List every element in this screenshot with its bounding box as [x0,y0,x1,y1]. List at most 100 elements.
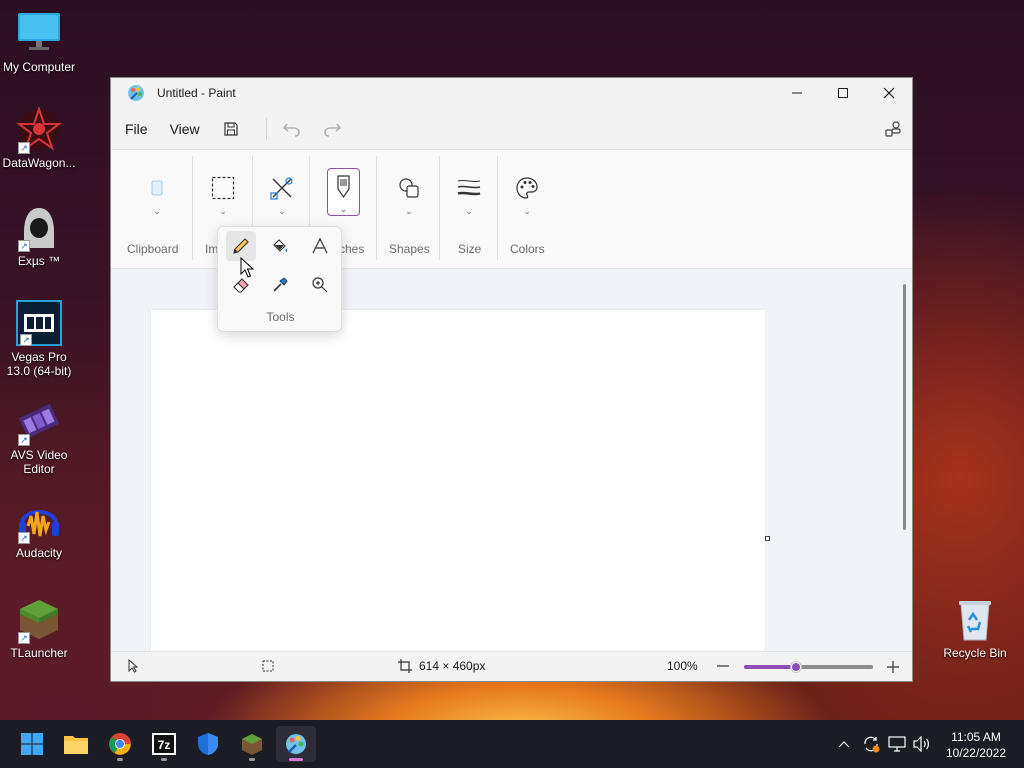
zoom-slider[interactable] [744,662,873,672]
taskbar-paint[interactable] [276,726,316,762]
menu-file[interactable]: File [117,117,156,141]
taskbar-clock[interactable]: 11:05 AM 10/22/2022 [946,729,1006,761]
ribbon-divider [192,156,193,260]
clipboard-label: Clipboard [127,242,179,256]
computer-icon [16,10,62,56]
zoom-in-icon[interactable] [887,661,899,673]
tools-icon [266,172,298,204]
zoom-out-icon[interactable] [717,665,729,667]
canvas-size-readout: 614 × 460px [419,659,486,673]
title-bar[interactable]: Untitled - Paint [111,78,912,108]
taskbar-windows-security[interactable] [188,726,228,762]
text-a-icon [312,237,328,254]
desktop-icon-tlauncher[interactable]: ↗ TLauncher [0,596,79,660]
ribbon-divider [376,156,377,260]
mouse-cursor-icon [240,257,255,278]
fill-tool[interactable] [265,231,295,261]
brushes-label: ches [339,242,365,256]
size-label: Size [458,242,482,256]
redo-icon [324,123,341,137]
drawing-canvas[interactable] [151,310,765,653]
shortcut-arrow-icon: ↗ [18,240,30,252]
shortcut-arrow-icon: ↗ [18,632,30,644]
chevron-down-icon: ⌄ [523,206,531,216]
grass-block-icon: ↗ [16,596,62,644]
save-button[interactable] [216,114,246,144]
headphones-waveform-icon: ↗ [16,496,62,544]
colors-group[interactable]: ⌄ Colors [509,150,559,269]
desktop-icon-audacity[interactable]: ↗ Audacity [0,496,79,560]
redo-button[interactable] [317,114,347,144]
zoom-level: 100% [667,659,698,673]
windows-logo-icon [21,733,43,755]
minimize-button[interactable] [774,78,820,108]
recycle-bin-icon [952,596,998,642]
taskbar-7zip[interactable]: 7z [144,726,184,762]
tray-volume-button[interactable] [910,720,932,768]
minimize-icon [792,92,802,94]
save-icon [224,121,238,136]
shapes-icon [393,172,425,204]
paint-app-icon [128,85,144,101]
tools-flyout-label: Tools [266,310,295,324]
start-button[interactable] [12,726,52,762]
undo-button[interactable] [277,114,307,144]
paint-window: Untitled - Paint File View ⌄ Clipboard ⌄… [110,77,913,682]
desktop-icon-label: My Computer [2,60,76,74]
paint-app-icon [286,734,306,754]
desktop-icon-label: Exµs ™ [17,254,61,268]
shapes-group[interactable]: ⌄ Shapes [389,150,439,269]
selection-size-icon [262,660,274,672]
maximize-button[interactable] [820,78,866,108]
sync-warning-icon [864,736,880,753]
desktop-icon-vegas-pro[interactable]: ↗ Vegas Pro 13.0 (64-bit) [0,300,79,378]
desktop-icon-label: Audacity [15,546,63,560]
desktop-icon-recycle-bin[interactable]: Recycle Bin [935,596,1015,660]
clock-date: 10/22/2022 [945,746,1006,760]
7zip-icon: 7z [152,733,176,755]
hooded-figure-icon: ↗ [16,204,62,252]
canvas-resize-handle[interactable] [765,536,770,541]
show-hidden-icons-button[interactable] [834,720,854,768]
paint-bucket-icon [273,239,288,252]
magnifier-tool[interactable] [305,270,335,300]
desktop-icon-my-computer[interactable]: My Computer [0,10,79,74]
menu-bar: File View [111,108,912,150]
shield-icon [198,733,218,755]
desktop-icon-datawagon[interactable]: ↗ DataWagon... [0,105,79,170]
chevron-up-icon [838,741,850,748]
undo-icon [282,123,300,137]
desktop-icon-label: AVS Video Editor [10,448,68,476]
chevron-down-icon: ⌄ [339,204,348,214]
taskbar-file-explorer[interactable] [56,726,96,762]
close-button[interactable] [866,78,912,108]
taskbar-chrome[interactable] [100,726,140,762]
clock-time: 11:05 AM [951,730,1001,744]
text-tool[interactable] [305,231,335,261]
tray-update-icon-button[interactable] [860,720,882,768]
pencil-icon [233,238,249,254]
svg-text:7z: 7z [158,738,171,752]
close-icon [883,87,895,99]
menu-view[interactable]: View [162,117,208,141]
zoom-slider-fill [744,665,796,669]
color-picker-tool[interactable] [265,270,295,300]
desktop-icon-label: DataWagon... [2,156,76,170]
desktop-icon-avs-video-editor[interactable]: ↗ AVS Video Editor [0,398,79,476]
vertical-scrollbar[interactable] [903,284,906,530]
size-group[interactable]: ⌄ Size [453,150,493,269]
taskbar-tlauncher[interactable] [232,726,272,762]
speaker-icon [913,736,929,752]
film-icon: ↗ [16,300,62,346]
share-people-icon [885,120,901,137]
shortcut-arrow-icon: ↗ [18,532,30,544]
zoom-slider-thumb[interactable] [790,662,801,672]
selection-icon [207,172,239,204]
brushes-button[interactable]: ⌄ [327,168,360,216]
tray-network-button[interactable] [886,720,908,768]
clipboard-group[interactable]: ⌄ Clipboard [127,150,191,269]
clipboard-icon [141,172,173,204]
window-title: Untitled - Paint [157,86,236,100]
share-button[interactable] [878,114,908,144]
desktop-icon-exus[interactable]: ↗ Exµs ™ [0,204,79,268]
